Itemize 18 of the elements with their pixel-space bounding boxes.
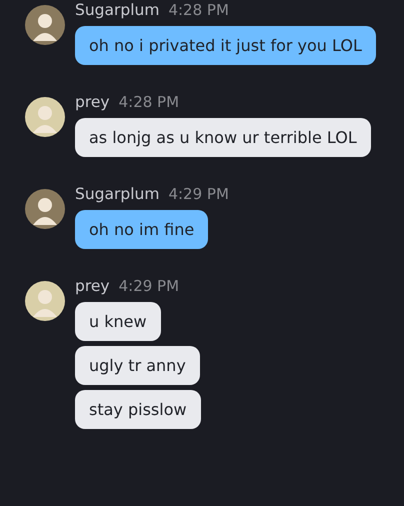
author-name[interactable]: Sugarplum (75, 185, 160, 203)
message-bubble: ugly tr anny (75, 346, 200, 385)
message-time: 4:29 PM (118, 277, 180, 295)
message-bubble: oh no i privated it just for you LOL (75, 26, 376, 65)
message-time: 4:29 PM (168, 185, 229, 203)
message-bubble: as lonjg as u know ur terrible LOL (75, 118, 371, 157)
avatar-icon[interactable] (25, 97, 65, 137)
author-name[interactable]: Sugarplum (75, 1, 160, 19)
author-name[interactable]: prey (75, 93, 110, 111)
author-name[interactable]: prey (75, 277, 110, 295)
message-bubble: u knew (75, 302, 161, 341)
avatar-icon[interactable] (25, 5, 65, 45)
message-time: 4:28 PM (118, 93, 180, 111)
message-bubble: oh no im fine (75, 210, 208, 249)
avatar-icon[interactable] (25, 189, 65, 229)
message-bubble: stay pisslow (75, 390, 201, 429)
message-time: 4:28 PM (168, 1, 229, 19)
avatar-icon[interactable] (25, 281, 65, 321)
